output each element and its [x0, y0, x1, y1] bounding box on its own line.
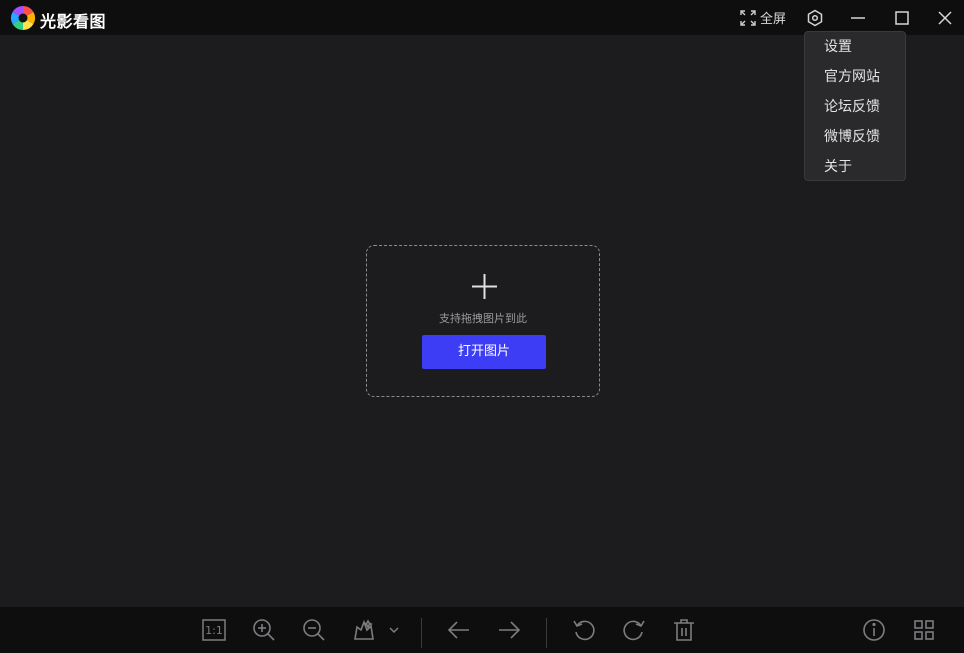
menu-item-settings[interactable]: 设置 [805, 32, 905, 62]
actual-size-label: 1:1 [205, 624, 223, 637]
title-bar: 光影看图 全屏 [0, 0, 964, 35]
grid-icon [914, 620, 934, 640]
actual-size-icon: 1:1 [202, 619, 226, 641]
bottom-toolbar: 1:1 [0, 607, 964, 653]
menu-item-about[interactable]: 关于 [805, 152, 905, 182]
magic-edit-dropdown[interactable] [384, 617, 404, 643]
rotate-right-icon [623, 620, 645, 641]
previous-button[interactable] [446, 617, 472, 643]
actual-size-button[interactable]: 1:1 [201, 617, 227, 643]
close-button[interactable] [933, 0, 957, 35]
info-icon [863, 619, 885, 641]
toolbar-divider [546, 618, 547, 648]
arrow-right-icon [499, 621, 521, 639]
close-icon [938, 10, 952, 25]
chevron-down-icon [389, 627, 399, 634]
delete-button[interactable] [671, 617, 697, 643]
settings-button[interactable] [802, 0, 828, 35]
trash-icon [674, 619, 694, 641]
rotate-right-button[interactable] [621, 617, 647, 643]
menu-item-weibo-feedback[interactable]: 微博反馈 [805, 122, 905, 152]
rotate-left-icon [573, 620, 595, 641]
arrow-left-icon [447, 621, 469, 639]
drop-hint-text: 支持拖拽图片到此 [439, 312, 527, 325]
zoom-out-icon [303, 619, 325, 641]
fullscreen-label: 全屏 [759, 12, 786, 27]
rotate-left-button[interactable] [571, 617, 597, 643]
app-title: 光影看图 [40, 12, 107, 31]
toolbar-divider [421, 618, 422, 648]
maximize-icon [895, 10, 909, 25]
minimize-icon [851, 16, 865, 19]
zoom-in-icon [253, 619, 275, 641]
menu-item-forum-feedback[interactable]: 论坛反馈 [805, 92, 905, 122]
magic-edit-button[interactable] [351, 617, 377, 643]
next-button[interactable] [496, 617, 522, 643]
info-button[interactable] [861, 617, 887, 643]
app-logo-icon [10, 5, 36, 31]
fullscreen-button[interactable]: 全屏 [734, 0, 792, 35]
zoom-in-button[interactable] [251, 617, 277, 643]
maximize-button[interactable] [890, 0, 914, 35]
menu-item-official-website[interactable]: 官方网站 [805, 62, 905, 92]
open-image-button[interactable]: 打开图片 [422, 335, 546, 369]
grid-view-button[interactable] [911, 617, 937, 643]
magic-edit-icon [354, 619, 374, 640]
zoom-out-button[interactable] [301, 617, 327, 643]
settings-menu: 设置 官方网站 论坛反馈 微博反馈 关于 [804, 31, 906, 181]
plus-icon [472, 274, 497, 299]
minimize-button[interactable] [846, 0, 870, 35]
drop-zone[interactable]: 支持拖拽图片到此 打开图片 [366, 245, 600, 397]
fullscreen-icon [740, 9, 756, 26]
gear-icon [807, 9, 823, 26]
